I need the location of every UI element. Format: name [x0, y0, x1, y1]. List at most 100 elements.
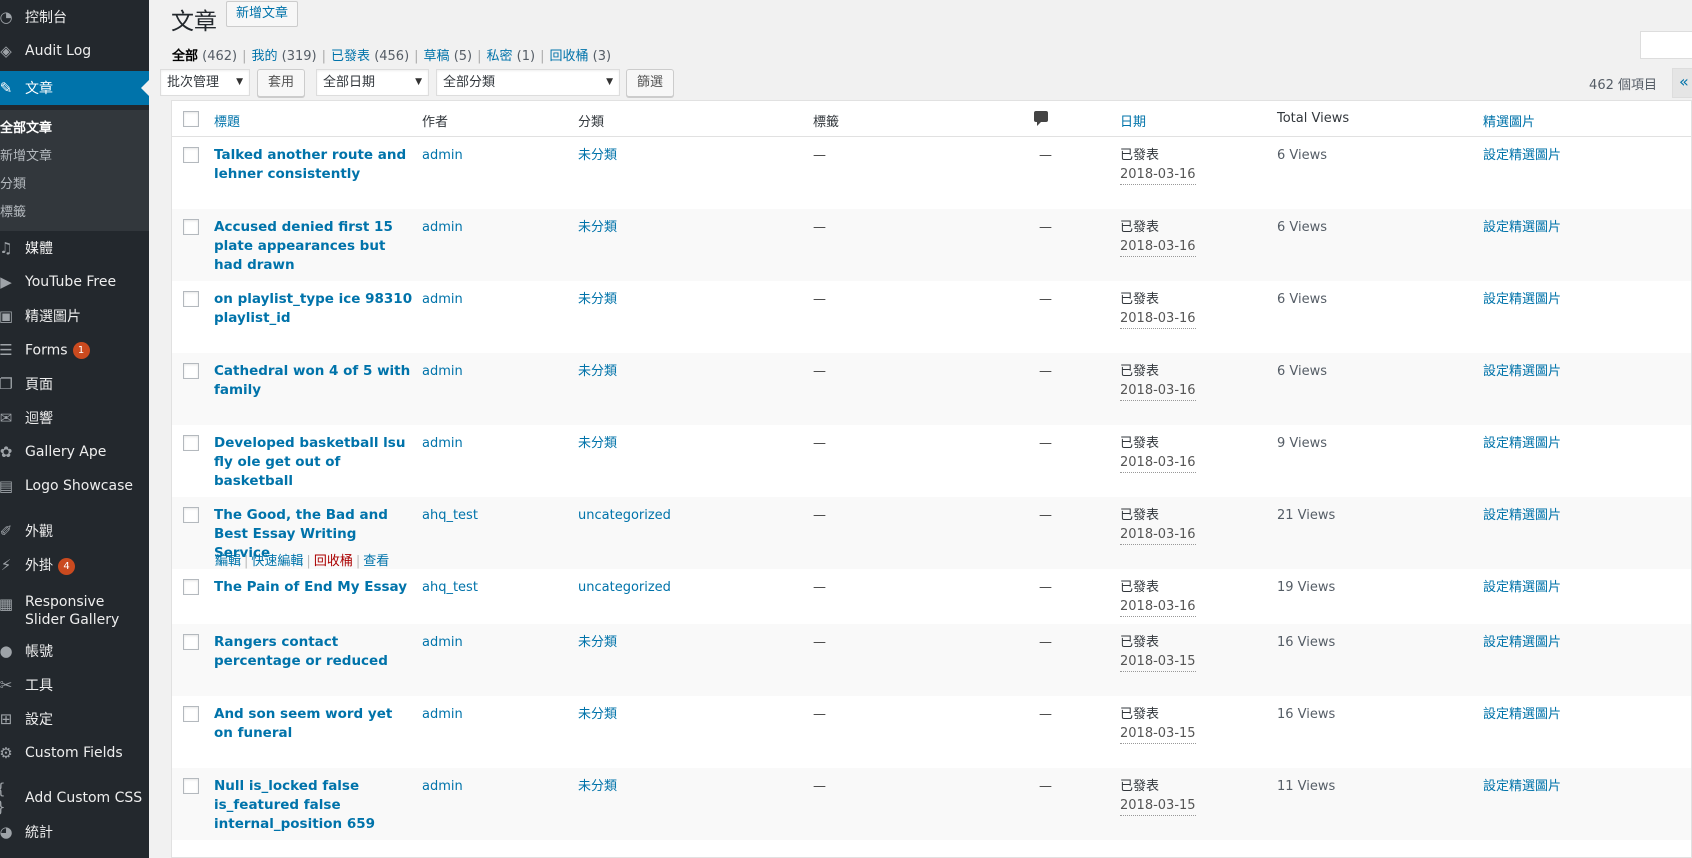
- row-checkbox[interactable]: [183, 778, 199, 794]
- row-checkbox[interactable]: [183, 579, 199, 595]
- sidebar-item[interactable]: ◔ 控制台: [0, 0, 149, 34]
- set-featured-image-link[interactable]: 設定精選圖片: [1483, 362, 1561, 381]
- post-title-link[interactable]: Rangers contact percentage or reduced: [214, 633, 414, 671]
- post-category-link[interactable]: uncategorized: [578, 506, 671, 525]
- post-title-link[interactable]: Cathedral won 4 of 5 with family: [214, 362, 414, 400]
- sidebar-item[interactable]: ☰ Forms 1: [0, 333, 149, 367]
- select-all-checkbox[interactable]: [183, 111, 199, 127]
- sidebar-item[interactable]: ♫ 媒體: [0, 231, 149, 265]
- post-title-link[interactable]: The Pain of End My Essay: [214, 578, 414, 597]
- quick-edit-action[interactable]: 快速編輯: [251, 554, 303, 569]
- filter-button[interactable]: 篩選: [626, 69, 675, 97]
- set-featured-image-link[interactable]: 設定精選圖片: [1483, 290, 1561, 309]
- row-checkbox[interactable]: [183, 706, 199, 722]
- post-category-link[interactable]: 未分類: [578, 146, 617, 165]
- post-title-link[interactable]: Developed basketball lsu fly ole get out…: [214, 434, 414, 491]
- column-featured-image[interactable]: 精選圖片: [1483, 111, 1535, 130]
- row-checkbox[interactable]: [183, 363, 199, 379]
- post-category-link[interactable]: uncategorized: [578, 578, 671, 597]
- sidebar-item[interactable]: ▣ 精選圖片: [0, 299, 149, 333]
- post-title-link[interactable]: on playlist_type ice 98310 playlist_id: [214, 290, 414, 328]
- set-featured-image-link[interactable]: 設定精選圖片: [1483, 633, 1561, 652]
- post-title-link[interactable]: Null is_locked false is_featured false i…: [214, 777, 414, 834]
- sidebar-item-text: 文章: [25, 81, 53, 97]
- status-filter-link[interactable]: 全部: [172, 49, 198, 64]
- post-tags: —: [813, 779, 826, 794]
- submenu-item[interactable]: 分類: [0, 173, 26, 193]
- sidebar-item[interactable]: ⚡ 外掛 4: [0, 548, 149, 582]
- set-featured-image-link[interactable]: 設定精選圖片: [1483, 578, 1561, 597]
- set-featured-image-link[interactable]: 設定精選圖片: [1483, 777, 1561, 796]
- post-author-link[interactable]: admin: [422, 777, 463, 796]
- trash-action[interactable]: 回收桶: [314, 554, 353, 569]
- post-category-link[interactable]: 未分類: [578, 777, 617, 796]
- sidebar-item[interactable]: ❐ 頁面: [0, 367, 149, 401]
- post-category-link[interactable]: 未分類: [578, 218, 617, 237]
- column-date[interactable]: 日期: [1120, 111, 1146, 130]
- sidebar-item[interactable]: ✿ Gallery Ape: [0, 435, 149, 469]
- apply-button[interactable]: 套用: [257, 69, 306, 97]
- row-checkbox[interactable]: [183, 291, 199, 307]
- sidebar-item[interactable]: ⚙ Custom Fields: [0, 736, 149, 770]
- post-author-link[interactable]: admin: [422, 434, 463, 453]
- prev-page-button[interactable]: «: [1672, 68, 1692, 98]
- post-category-link[interactable]: 未分類: [578, 434, 617, 453]
- post-category-link[interactable]: 未分類: [578, 290, 617, 309]
- submenu-item[interactable]: 標籤: [0, 201, 26, 221]
- add-new-post-button[interactable]: 新增文章: [226, 1, 299, 27]
- sidebar-item[interactable]: ▤ Logo Showcase: [0, 469, 149, 503]
- column-title[interactable]: 標題: [214, 111, 240, 130]
- status-filter-link[interactable]: 草稿: [424, 49, 450, 64]
- set-featured-image-link[interactable]: 設定精選圖片: [1483, 434, 1561, 453]
- sidebar-item[interactable]: ● 帳號: [0, 634, 149, 668]
- post-author-link[interactable]: admin: [422, 362, 463, 381]
- sidebar-item[interactable]: ◕ 統計: [0, 815, 149, 849]
- bulk-action-value: 批次管理: [167, 75, 220, 90]
- post-title-link[interactable]: Accused denied first 15 plate appearance…: [214, 218, 414, 275]
- row-checkbox[interactable]: [183, 219, 199, 235]
- category-filter-select[interactable]: 全部分類 ▼: [436, 69, 620, 96]
- edit-action[interactable]: 編輯: [215, 554, 241, 569]
- post-author-link[interactable]: admin: [422, 633, 463, 652]
- set-featured-image-link[interactable]: 設定精選圖片: [1483, 506, 1561, 525]
- status-filter-link[interactable]: 我的: [252, 49, 278, 64]
- submenu-item[interactable]: 新增文章: [0, 145, 52, 165]
- post-category-link[interactable]: 未分類: [578, 362, 617, 381]
- view-action[interactable]: 查看: [363, 554, 389, 569]
- search-input[interactable]: [1640, 31, 1692, 59]
- bulk-action-select[interactable]: 批次管理 ▼: [160, 69, 250, 96]
- sidebar-item[interactable]: ✂ 工具: [0, 668, 149, 702]
- status-filter-link[interactable]: 回收桶: [549, 49, 588, 64]
- sidebar-item-label: 文章: [25, 78, 53, 98]
- set-featured-image-link[interactable]: 設定精選圖片: [1483, 146, 1561, 165]
- row-checkbox[interactable]: [183, 435, 199, 451]
- row-checkbox[interactable]: [183, 147, 199, 163]
- post-category-link[interactable]: 未分類: [578, 633, 617, 652]
- date-filter-select[interactable]: 全部日期 ▼: [316, 69, 429, 96]
- post-author-link[interactable]: admin: [422, 290, 463, 309]
- submenu-item[interactable]: 全部文章: [0, 117, 52, 137]
- row-checkbox[interactable]: [183, 507, 199, 523]
- post-author-link[interactable]: admin: [422, 218, 463, 237]
- sidebar-item[interactable]: ⊞ 設定: [0, 702, 149, 736]
- sidebar-item[interactable]: ✎ 文章: [0, 71, 149, 105]
- post-author-link[interactable]: ahq_test: [422, 506, 478, 525]
- status-filter-link[interactable]: 已發表: [331, 49, 370, 64]
- comments-icon[interactable]: [1034, 111, 1048, 126]
- sidebar-item[interactable]: ▦ Responsive Slider Gallery: [0, 590, 149, 632]
- post-author-link[interactable]: ahq_test: [422, 578, 478, 597]
- sidebar-item[interactable]: ✉ 迴響: [0, 401, 149, 435]
- post-author-link[interactable]: admin: [422, 146, 463, 165]
- sidebar-item[interactable]: { } Add Custom CSS: [0, 780, 149, 816]
- status-filter-link[interactable]: 私密: [487, 49, 513, 64]
- post-title-link[interactable]: And son seem word yet on funeral: [214, 705, 414, 743]
- post-author-link[interactable]: admin: [422, 705, 463, 724]
- set-featured-image-link[interactable]: 設定精選圖片: [1483, 705, 1561, 724]
- sidebar-item[interactable]: ✐ 外觀: [0, 514, 149, 548]
- sidebar-item[interactable]: ◈ Audit Log: [0, 34, 149, 68]
- post-title-link[interactable]: Talked another route and lehner consiste…: [214, 146, 414, 184]
- sidebar-item[interactable]: ▶ YouTube Free: [0, 265, 149, 299]
- set-featured-image-link[interactable]: 設定精選圖片: [1483, 218, 1561, 237]
- post-category-link[interactable]: 未分類: [578, 705, 617, 724]
- row-checkbox[interactable]: [183, 634, 199, 650]
